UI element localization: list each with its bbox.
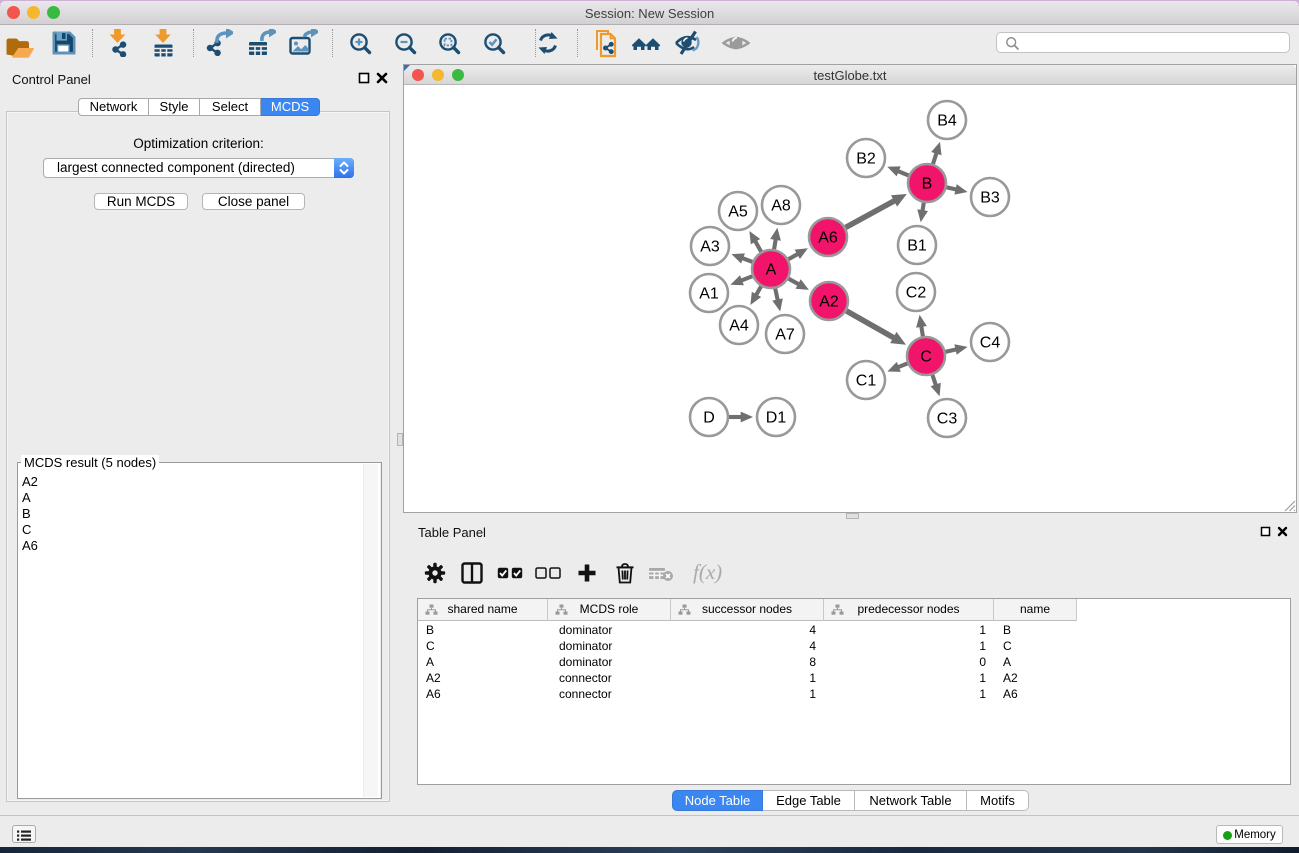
svg-text:A6: A6 — [818, 230, 838, 247]
svg-text:C2: C2 — [906, 285, 927, 302]
svg-text:A3: A3 — [700, 239, 720, 256]
svg-text:A7: A7 — [775, 327, 795, 344]
svg-text:D: D — [703, 410, 715, 427]
svg-text:A5: A5 — [728, 204, 748, 221]
svg-text:A8: A8 — [771, 198, 791, 215]
svg-text:B: B — [922, 176, 933, 193]
svg-text:B4: B4 — [937, 113, 957, 130]
svg-text:B3: B3 — [980, 190, 1000, 207]
svg-text:C: C — [920, 349, 932, 366]
svg-text:C4: C4 — [980, 335, 1001, 352]
svg-text:D1: D1 — [766, 410, 787, 427]
svg-text:B2: B2 — [856, 151, 876, 168]
svg-text:C1: C1 — [856, 373, 877, 390]
svg-text:A2: A2 — [819, 294, 839, 311]
svg-text:C3: C3 — [937, 411, 958, 428]
svg-text:B1: B1 — [907, 238, 927, 255]
svg-text:A1: A1 — [699, 286, 719, 303]
svg-text:A: A — [766, 262, 777, 279]
svg-text:A4: A4 — [729, 318, 749, 335]
